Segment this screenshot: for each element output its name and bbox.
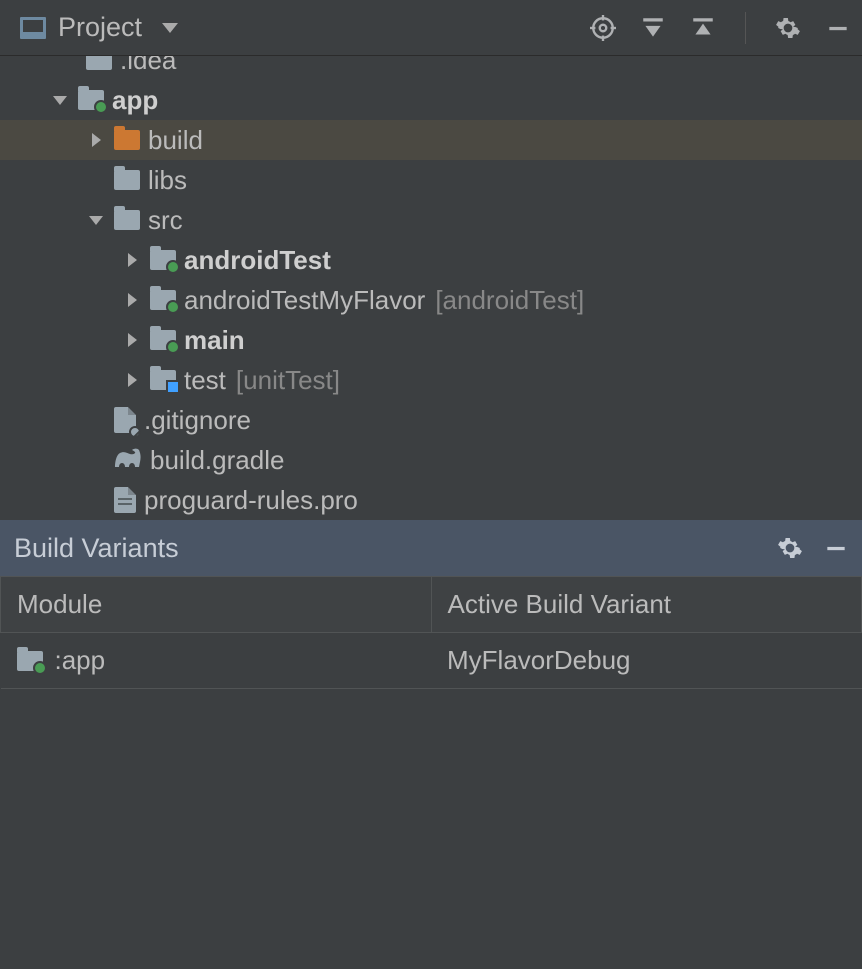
source-folder-icon (150, 250, 176, 270)
expander-icon[interactable] (120, 248, 144, 272)
tree-row-main[interactable]: main (0, 320, 862, 360)
expander-icon[interactable] (48, 88, 72, 112)
build-variants-title: Build Variants (14, 533, 776, 564)
toolbar-right (589, 12, 852, 44)
source-folder-icon (150, 330, 176, 350)
expander-icon[interactable] (120, 368, 144, 392)
test-folder-icon (150, 370, 176, 390)
expander-spacer (84, 168, 108, 192)
file-icon (114, 487, 136, 513)
collapse-all-icon[interactable] (689, 14, 717, 42)
tree-node-label: androidTest (184, 245, 331, 276)
tree-row-test[interactable]: test [unitTest] (0, 360, 862, 400)
source-folder-icon (150, 290, 176, 310)
tree-row-buildgradle[interactable]: build.gradle (0, 440, 862, 480)
build-variants-empty-area (0, 689, 862, 969)
tree-node-label: build.gradle (150, 445, 284, 476)
tree-row-gitignore[interactable]: .gitignore (0, 400, 862, 440)
tree-row-app[interactable]: app (0, 80, 862, 120)
minimize-icon[interactable] (824, 14, 852, 42)
tree-node-label: .idea (120, 56, 176, 76)
build-variants-table: Module Active Build Variant :app MyFlavo… (0, 576, 862, 689)
tree-node-label: libs (148, 165, 187, 196)
tree-node-label: test (184, 365, 226, 396)
expander-spacer (84, 488, 108, 512)
expander-spacer (84, 448, 108, 472)
tree-node-label: proguard-rules.pro (144, 485, 358, 516)
tree-node-annot: [androidTest] (435, 285, 584, 316)
module-name: :app (55, 645, 106, 676)
project-toolbar: Project (0, 0, 862, 56)
expand-all-icon[interactable] (639, 14, 667, 42)
tree-row-build[interactable]: build (0, 120, 862, 160)
gear-icon[interactable] (776, 534, 804, 562)
table-row[interactable]: :app MyFlavorDebug (1, 633, 862, 689)
tree-row-libs[interactable]: libs (0, 160, 862, 200)
gear-icon[interactable] (774, 14, 802, 42)
minimize-icon[interactable] (822, 534, 850, 562)
build-variants-header: Build Variants (0, 520, 862, 576)
tree-node-label: androidTestMyFlavor (184, 285, 425, 316)
column-header-variant[interactable]: Active Build Variant (431, 577, 862, 633)
tree-row-androidtestmyflavor[interactable]: androidTestMyFlavor [androidTest] (0, 280, 862, 320)
project-view-label[interactable]: Project (58, 12, 142, 43)
module-folder-icon (78, 90, 104, 110)
tree-node-label: .gitignore (144, 405, 251, 436)
tree-row-proguard[interactable]: proguard-rules.pro (0, 480, 862, 520)
column-header-module[interactable]: Module (1, 577, 432, 633)
target-icon[interactable] (589, 14, 617, 42)
expander-icon[interactable] (120, 288, 144, 312)
chevron-down-icon[interactable] (162, 23, 178, 33)
folder-icon (114, 170, 140, 190)
tree-node-annot: [unitTest] (236, 365, 340, 396)
expander-icon[interactable] (84, 208, 108, 232)
expander-icon[interactable] (120, 328, 144, 352)
project-tree[interactable]: .idea app build libs src androidTest and… (0, 56, 862, 520)
tree-node-label: src (148, 205, 183, 236)
folder-icon (114, 130, 140, 150)
tree-node-label: build (148, 125, 203, 156)
toolbar-divider (745, 12, 746, 44)
folder-icon (114, 210, 140, 230)
tree-row-src[interactable]: src (0, 200, 862, 240)
folder-icon (86, 56, 112, 70)
file-icon (114, 407, 136, 433)
expander-spacer (84, 408, 108, 432)
project-view-icon (20, 17, 46, 39)
gradle-icon (114, 445, 142, 476)
tree-node-label: app (112, 85, 158, 116)
tree-node-label: main (184, 325, 245, 356)
toolbar-left: Project (20, 12, 589, 43)
tree-row-androidtest[interactable]: androidTest (0, 240, 862, 280)
expander-icon[interactable] (84, 128, 108, 152)
tree-row-idea[interactable]: .idea (0, 56, 862, 80)
module-folder-icon (17, 651, 43, 671)
variant-cell[interactable]: MyFlavorDebug (431, 633, 862, 689)
